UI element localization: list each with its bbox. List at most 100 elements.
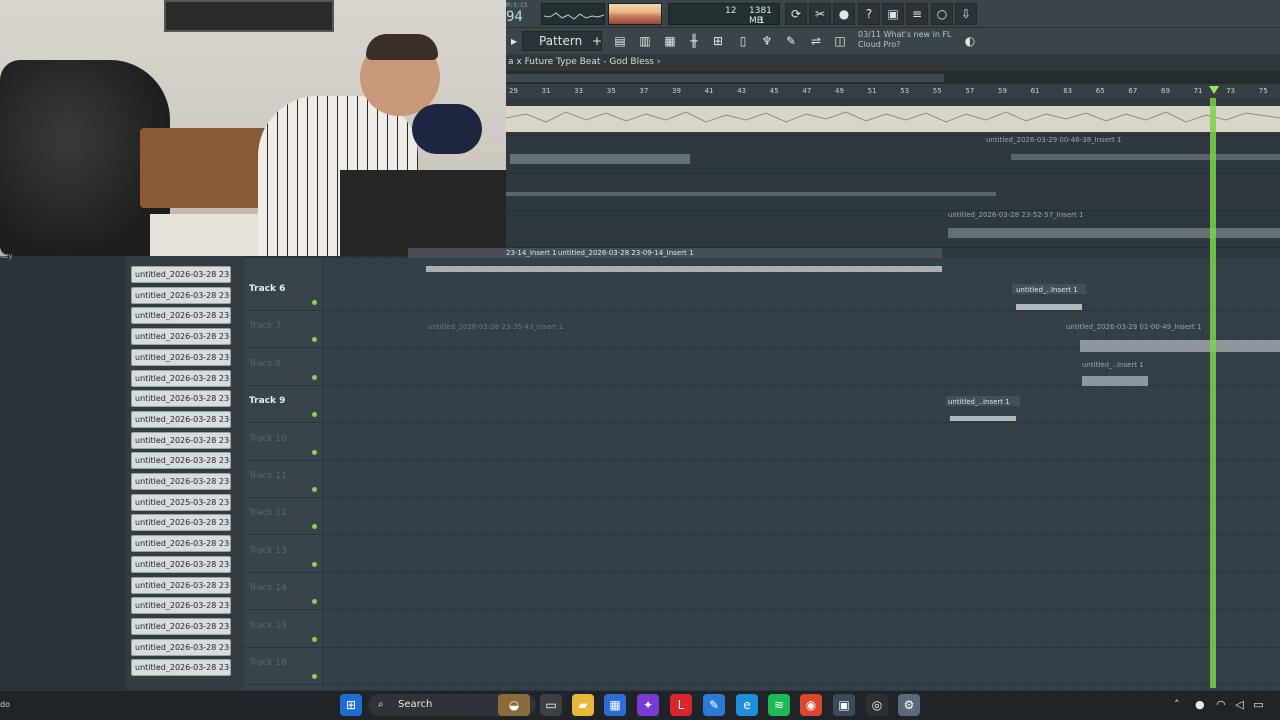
download-icon[interactable]: ⇩ — [955, 3, 977, 25]
clip-label[interactable]: untitled_2026-03-28 23-35-43_Insert 1 — [428, 323, 563, 331]
track-name[interactable]: Track 7 — [249, 321, 281, 331]
edge-icon[interactable]: e — [736, 694, 758, 716]
channel-rack-icon[interactable]: ▦ — [660, 31, 680, 51]
play-arrow-icon[interactable]: ▸ — [506, 31, 522, 51]
track-enable-led[interactable] — [312, 674, 317, 679]
track-name[interactable]: Track 15 — [249, 621, 287, 631]
update-icon[interactable]: ◐ — [960, 31, 980, 51]
browser-file-item[interactable]: untitled_2026-03-28 23-... — [131, 617, 231, 635]
pattern-selector[interactable]: Pattern 42 — [522, 31, 602, 66]
file-explorer-icon[interactable]: ▰ — [572, 694, 594, 716]
playhead[interactable] — [1210, 98, 1216, 688]
track-enable-led[interactable] — [312, 374, 317, 380]
copilot-icon[interactable]: ✦ — [637, 694, 659, 716]
ruler-tick: 65 — [1095, 87, 1105, 95]
clip-label[interactable]: untitled_2026-03-29 01-00-49_Insert 1 — [1066, 323, 1201, 331]
track-name[interactable]: Track 14 — [249, 583, 287, 593]
track-name[interactable]: Track 6 — [249, 284, 285, 294]
track-enable-led[interactable] — [312, 487, 317, 492]
clip-label[interactable]: 23-14_Insert 1 — [506, 249, 557, 257]
browser-file-item[interactable]: untitled_2026-03-28 23-... — [131, 286, 231, 304]
add-pattern-icon[interactable]: + — [591, 31, 603, 51]
song-position[interactable]: M:S:CS 94 — [506, 2, 536, 26]
microphone-tray-icon[interactable]: ● — [1195, 698, 1205, 711]
browser-file-item[interactable]: untitled_2026-03-28 23-... — [131, 390, 231, 408]
microphone-icon[interactable]: ● — [833, 3, 855, 25]
timeline-ruler[interactable]: 29 31 33 35 37 39 41 43 45 47 49 51 53 55 57 59 61 63 65 67… — [506, 84, 1280, 98]
track-enable-led[interactable] — [312, 636, 317, 642]
ruler-tick: 61 — [1030, 87, 1040, 95]
track-enable-led[interactable] — [312, 561, 317, 567]
cart-icon[interactable]: ◫ — [830, 31, 850, 51]
spotify-icon[interactable]: ≋ — [768, 694, 790, 716]
playhead-marker[interactable] — [1209, 86, 1219, 94]
help-icon[interactable]: ? — [858, 3, 880, 25]
chevron-up-icon[interactable]: ˄ — [1174, 698, 1180, 711]
track-enable-led[interactable] — [312, 449, 317, 455]
waveform-icon — [543, 12, 605, 20]
editor-icon[interactable]: ✎ — [703, 694, 725, 716]
browser-file-item[interactable]: untitled_2026-03-28 23-... — [131, 452, 231, 470]
browser-file-item[interactable]: untitled_2026-03-28 23-... — [131, 328, 231, 346]
clip-label[interactable]: untitled_2026-03-28 23-52-57_Insert 1 — [948, 211, 1083, 219]
mixer-faders-icon[interactable]: ╫ — [684, 31, 704, 51]
refresh-icon[interactable]: ⟳ — [785, 3, 807, 25]
browser-file-item[interactable]: untitled_2026-03-28 23-... — [131, 266, 231, 283]
clip-label[interactable]: untitled_2026-03-29 00-46-38_Insert 1 — [986, 136, 1121, 144]
mixer-icon[interactable]: ≡ — [906, 3, 928, 25]
volume-icon[interactable]: ◁ — [1235, 698, 1243, 711]
chat-icon[interactable]: ○ — [931, 3, 953, 25]
browser-file-item[interactable]: untitled_2026-03-28 23-... — [131, 576, 231, 594]
browser-icon[interactable]: ▯ — [733, 31, 753, 51]
settings-circle-icon[interactable]: ◎ — [866, 694, 888, 716]
browser-file-item[interactable]: untitled_2026-03-28 23-... — [131, 535, 231, 553]
fl-studio-icon[interactable]: ▣ — [833, 694, 855, 716]
browser-file-item[interactable]: untitled_2026-03-28 23-... — [131, 555, 231, 573]
start-icon[interactable]: ⊞ — [340, 694, 362, 716]
browser-file-item[interactable]: untitled_2026-03-28 23-... — [131, 307, 231, 325]
scrollbar-thumb[interactable] — [506, 74, 944, 82]
track-name[interactable]: Track 9 — [249, 396, 285, 406]
track-name[interactable]: Track 13 — [249, 546, 287, 556]
clip-waveform-track8[interactable] — [1080, 372, 1150, 392]
browser-file-item[interactable]: untitled_2026-03-28 23-... — [131, 597, 231, 615]
clip-waveform-track7[interactable] — [1080, 336, 1280, 356]
app-l-icon[interactable]: L — [670, 694, 692, 716]
track-enable-led[interactable] — [312, 300, 317, 305]
piano-roll-icon[interactable]: ▥ — [635, 31, 655, 51]
link-icon[interactable]: ⇌ — [806, 31, 826, 51]
browser-file-item[interactable]: untitled_2026-03-28 23-... — [131, 659, 231, 677]
browser-file-item[interactable]: untitled_2026-03-28 23-... — [131, 431, 231, 449]
track-name[interactable]: Track 8 — [249, 359, 281, 369]
wrench-icon[interactable]: ✎ — [781, 31, 801, 51]
browser-file-item[interactable]: untitled_2026-03-28 23-... — [131, 410, 231, 428]
track-name[interactable]: Track 12 — [249, 508, 287, 518]
grid-row-line — [322, 459, 1280, 461]
widget-icon[interactable]: ◒ — [498, 694, 530, 716]
track-name[interactable]: Track 16 — [249, 658, 287, 668]
clip-label[interactable]: untitled_2026-03-28 23-09-14_Insert 1 — [558, 249, 693, 257]
browser-file-item[interactable]: untitled_2026-03-28 23-... — [131, 369, 231, 387]
plugin-icon[interactable]: ⊞ — [708, 31, 728, 51]
playlist-icon[interactable]: ▤ — [610, 31, 630, 51]
clip-label[interactable]: untitled_..Insert 1 — [1016, 286, 1078, 294]
wifi-icon[interactable]: ◠ — [1216, 698, 1226, 711]
browser-file-item[interactable]: untitled_2026-03-28 23-... — [131, 638, 231, 656]
chrome-icon[interactable]: ◉ — [800, 694, 822, 716]
save-icon[interactable]: ▣ — [882, 3, 904, 25]
gear-icon[interactable]: ⚙ — [898, 694, 920, 716]
task-view-icon[interactable]: ▭ — [540, 694, 562, 716]
system-tray[interactable]: ˄ ● ◠ ◁ ▭ — [1174, 694, 1280, 716]
track-name[interactable]: Track 11 — [249, 471, 287, 481]
clip-label[interactable]: untitled_..Insert 1 — [948, 398, 1010, 406]
browser-file-item[interactable]: untitled_2026-03-28 23-... — [131, 348, 231, 366]
browser-file-item[interactable]: untitled_2025-03-28 23-... — [131, 493, 231, 511]
clip-label[interactable]: untitled_..Insert 1 — [1082, 361, 1144, 369]
cut-icon[interactable]: ✂ — [809, 3, 831, 25]
track-name[interactable]: Track 10 — [249, 434, 287, 444]
plug-icon[interactable]: ♆ — [757, 31, 777, 51]
store-icon[interactable]: ▦ — [604, 694, 626, 716]
battery-icon[interactable]: ▭ — [1253, 698, 1263, 711]
browser-file-item[interactable]: untitled_2026-03-28 23-... — [131, 473, 231, 490]
browser-file-item[interactable]: untitled_2026-03-28 23-... — [131, 514, 231, 532]
